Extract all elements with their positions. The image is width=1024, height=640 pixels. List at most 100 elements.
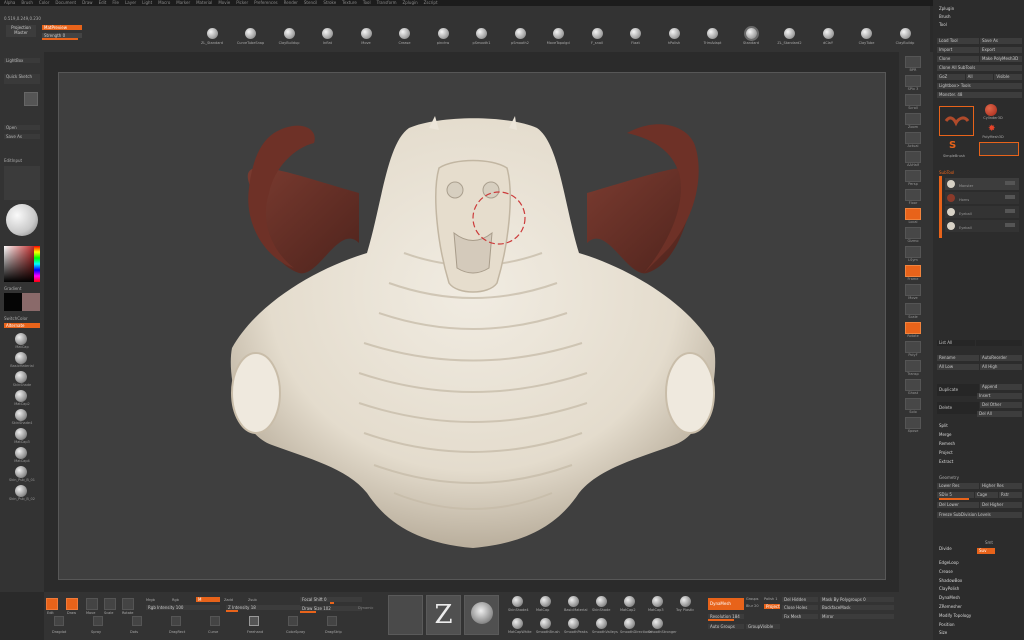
viewport-tool-15[interactable]: [905, 341, 921, 353]
bottom-section-0[interactable]: EdgeLoop: [939, 560, 959, 565]
stroke-type-icon-1[interactable]: [93, 616, 103, 626]
menu-item-12[interactable]: Movie: [218, 0, 230, 5]
tool-button-0-0[interactable]: Load Tool: [937, 38, 979, 44]
brush-9[interactable]: MoveTopolgcl: [544, 28, 574, 45]
subtool-item-2[interactable]: Eyeball: [945, 206, 1019, 218]
viewport-tool-6[interactable]: [905, 170, 921, 182]
section-4[interactable]: Extract: [939, 459, 953, 464]
brush-2[interactable]: ClayBuildup: [274, 28, 304, 45]
smt-toggle[interactable]: Smt: [985, 540, 993, 545]
brush-17[interactable]: ClayTube: [852, 28, 882, 45]
geometry-label[interactable]: Geometry: [939, 475, 959, 480]
fix-mesh-button[interactable]: Fix Mesh: [782, 614, 818, 619]
brush-18[interactable]: ClayBuildp: [890, 28, 920, 45]
bottom-section-8[interactable]: Size: [939, 630, 947, 635]
brush-13[interactable]: TrimAdapt: [698, 28, 728, 45]
menu-item-3[interactable]: Document: [55, 0, 76, 5]
stroke-type-icon-5[interactable]: [249, 616, 259, 626]
group-visible-button[interactable]: GroupVisible: [746, 624, 780, 629]
all-high-button[interactable]: All High: [980, 364, 1022, 370]
texture-slot-bottom[interactable]: [464, 595, 499, 635]
material-preview-button[interactable]: MatPreview: [42, 25, 82, 30]
bottom-section-6[interactable]: Modify Topology: [939, 613, 971, 618]
tool-button-6-0[interactable]: Monster. 48: [937, 92, 1022, 98]
brush-11[interactable]: Flaat: [621, 28, 651, 45]
viewport-tool-1[interactable]: [905, 75, 921, 87]
bottom-section-4[interactable]: DynaMesh: [939, 595, 960, 600]
brush-7[interactable]: pSmooth1: [467, 28, 497, 45]
alpha-slot[interactable]: [388, 595, 423, 635]
stroke-type-icon-7[interactable]: [327, 616, 337, 626]
mirror-button[interactable]: Mirror: [820, 614, 894, 619]
bottom-material-0[interactable]: [512, 596, 523, 607]
menu-item-1[interactable]: Brush: [21, 0, 33, 5]
brush-1[interactable]: CurveTubeSnap: [236, 28, 266, 45]
delete-button[interactable]: Delete: [937, 402, 979, 414]
secondary-color-swatch[interactable]: [22, 293, 40, 311]
rename-button[interactable]: Rename: [937, 355, 979, 361]
dynamic-toggle[interactable]: Dynamic: [358, 606, 373, 610]
higher-res-button[interactable]: Higher Res: [980, 483, 1022, 489]
brush-0[interactable]: ZL_Standard: [197, 28, 227, 45]
bottom-section-5[interactable]: ZRemesher: [939, 604, 962, 609]
brush-6[interactable]: pinchw: [428, 28, 458, 45]
tray-menu-1[interactable]: Brush: [939, 14, 951, 19]
lower-res-button[interactable]: Lower Res: [937, 483, 979, 489]
divide-button[interactable]: Divide: [939, 546, 952, 551]
simplebrush-thumb[interactable]: S: [949, 140, 956, 151]
tool-button-1-0[interactable]: Import: [937, 47, 979, 53]
material-ball-7[interactable]: [15, 466, 27, 478]
bottom-section-3[interactable]: ClayPolish: [939, 586, 959, 591]
viewport-tool-7[interactable]: [905, 189, 921, 201]
move-icon[interactable]: [86, 598, 98, 610]
draw-icon[interactable]: [66, 598, 78, 610]
menu-item-17[interactable]: Stroke: [323, 0, 336, 5]
switch-color-label[interactable]: SwitchColor: [4, 316, 28, 321]
autoreorder-button[interactable]: AutoReorder: [980, 355, 1022, 361]
viewport-tool-16[interactable]: [905, 360, 921, 372]
viewport-tool-2[interactable]: [905, 94, 921, 106]
insert-button[interactable]: Insert: [977, 393, 1022, 399]
material-ball-4[interactable]: [15, 409, 27, 421]
close-holes-button[interactable]: Close Holes: [782, 605, 818, 610]
menu-item-13[interactable]: Picker: [236, 0, 248, 5]
hue-strip[interactable]: [34, 246, 40, 282]
auto-groups-button[interactable]: Auto Groups: [708, 624, 744, 629]
section-2[interactable]: Remesh: [939, 441, 955, 446]
scale-icon[interactable]: [104, 598, 116, 610]
bottom-material-11[interactable]: [624, 618, 635, 629]
dynamesh-button[interactable]: DynaMesh: [708, 598, 744, 610]
append-button[interactable]: Append: [980, 384, 1022, 390]
project-toggle[interactable]: Project: [764, 604, 780, 609]
bottom-material-6[interactable]: [680, 596, 691, 607]
brush-15[interactable]: ZL_Standard2: [775, 28, 805, 45]
bottom-material-12[interactable]: [652, 618, 663, 629]
cylinder-thumb[interactable]: [985, 104, 997, 116]
menu-item-5[interactable]: Edit: [99, 0, 107, 5]
subtool-item-0[interactable]: Monster: [945, 178, 1019, 190]
material-ball-0[interactable]: [15, 333, 27, 345]
visibility-toggle-icon[interactable]: [1005, 223, 1015, 227]
color-picker[interactable]: [4, 246, 40, 282]
material-ball-3[interactable]: [15, 390, 27, 402]
groups-toggle[interactable]: Groups: [746, 597, 758, 601]
duplicate-button[interactable]: Duplicate: [937, 384, 979, 396]
bottom-section-1[interactable]: Crease: [939, 569, 953, 574]
brush-14[interactable]: Standard: [736, 28, 766, 45]
viewport-tool-0[interactable]: [905, 56, 921, 68]
bottom-material-5[interactable]: [652, 596, 663, 607]
quick-sketch-button[interactable]: Quick Sketch: [4, 74, 40, 84]
lightbox-button[interactable]: LightBox: [4, 58, 40, 63]
viewport-tool-8[interactable]: [905, 208, 921, 220]
open-button[interactable]: Open: [4, 125, 40, 130]
subtool-item-1[interactable]: Horns: [945, 192, 1019, 204]
subtool-label[interactable]: SubTool: [939, 170, 954, 175]
zadd-button[interactable]: Zadd: [224, 598, 233, 602]
viewport-tool-10[interactable]: [905, 246, 921, 258]
primary-color-swatch[interactable]: [4, 293, 22, 311]
bottom-material-1[interactable]: [540, 596, 551, 607]
del-hidden-button[interactable]: Del Hidden: [782, 597, 818, 602]
section-3[interactable]: Project: [939, 450, 953, 455]
subtool-item-3[interactable]: Eyeball: [945, 220, 1019, 232]
menu-item-18[interactable]: Texture: [342, 0, 357, 5]
